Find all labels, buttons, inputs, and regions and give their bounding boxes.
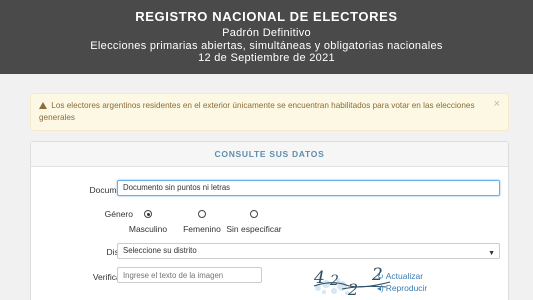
refresh-icon: ↻ [377, 272, 384, 281]
play-captcha-audio-button[interactable]: ◂) Reproducir [377, 283, 427, 293]
play-captcha-label: Reproducir [385, 283, 428, 293]
close-alert-button[interactable]: × [494, 98, 500, 110]
radio-sin-especificar[interactable] [250, 210, 258, 218]
speaker-icon: ◂) [377, 284, 384, 293]
radio-femenino[interactable] [198, 210, 206, 218]
distrito-select[interactable]: Seleccione su distrito ▼ [117, 243, 500, 259]
warning-icon [39, 102, 47, 109]
distrito-selected-value: Seleccione su distrito [123, 246, 197, 255]
page-title: REGISTRO NACIONAL DE ELECTORES [135, 9, 398, 24]
refresh-captcha-button[interactable]: ↻ Actualizar [377, 271, 423, 281]
warning-alert: Los electores argentinos residentes en e… [30, 93, 509, 131]
election-date: 12 de Septiembre de 2021 [198, 52, 335, 64]
genero-label: Género [104, 209, 133, 219]
radio-masculino[interactable] [144, 210, 152, 218]
chevron-down-icon: ▼ [488, 250, 495, 257]
refresh-captcha-label: Actualizar [385, 271, 424, 281]
verificador-input[interactable] [117, 267, 262, 283]
documento-input[interactable]: Documento sin puntos ni letras [117, 180, 500, 196]
consult-panel: CONSULTE SUS DATOS Documento Documento s… [30, 141, 509, 300]
panel-heading: CONSULTE SUS DATOS [31, 142, 508, 167]
alert-text: Los electores argentinos residentes en e… [39, 101, 475, 122]
radio-sin-especificar-label: Sin especificar [226, 224, 282, 234]
page-header: REGISTRO NACIONAL DE ELECTORES Padrón De… [0, 0, 533, 74]
election-description: Elecciones primarias abiertas, simultáne… [90, 40, 443, 52]
svg-text:2: 2 [329, 273, 339, 289]
page-subtitle: Padrón Definitivo [222, 27, 311, 39]
